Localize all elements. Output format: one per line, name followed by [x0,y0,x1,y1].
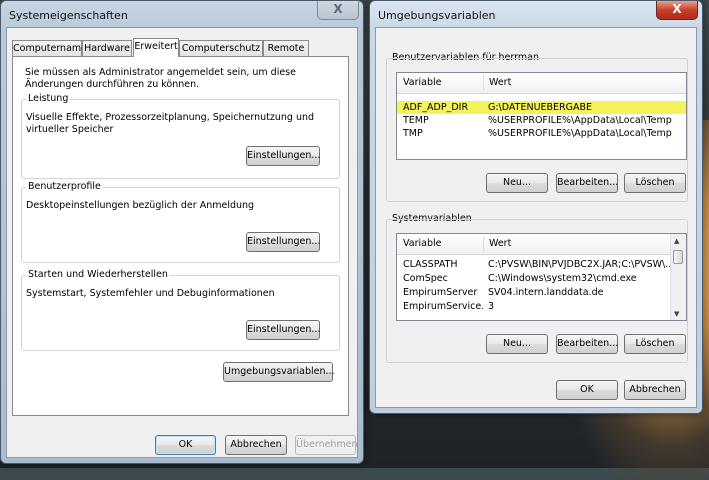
performance-settings-button[interactable]: Einstellungen... [246,146,320,166]
title-bar[interactable]: Umgebungsvariablen X [370,1,702,27]
tab-label: Computerschutz [181,43,261,54]
variable-name: ADF_ADP_DIR [403,102,469,113]
button-label: Einstellungen... [247,324,321,335]
group-label: Benutzerprofile [26,181,103,192]
button-label: OK [178,439,193,450]
window-title: Umgebungsvariablen [378,9,496,22]
button-label: Bearbeiten... [557,338,619,349]
button-label: Übernehmen [296,439,358,450]
button-label: Löschen [635,338,675,349]
variable-value: 3 [488,301,495,312]
system-delete-button[interactable]: Löschen [624,334,686,354]
list-header: Variable Wert [397,234,686,255]
list-item[interactable]: EmpirumServer SV04.intern.landdata.de [397,286,673,299]
variable-value: %USERPROFILE%\AppData\Local\Temp [488,115,672,126]
ok-button[interactable]: OK [556,380,618,400]
window-title: Systemeigenschaften [9,9,128,22]
button-label: Abbrechen [230,439,282,450]
list-item[interactable]: EmpirumService... 3 [397,300,673,313]
variable-value: G:\DATENUEBERGABE [488,102,593,113]
user-edit-button[interactable]: Bearbeiten... [556,173,618,193]
close-icon: X [672,2,682,16]
button-label: Einstellungen... [247,150,321,161]
scroll-thumb[interactable] [673,250,683,264]
button-label: Einstellungen... [247,236,321,247]
group-description: Visuelle Effekte, Prozessorzeitplanung, … [26,112,315,135]
button-label: OK [580,384,594,395]
tab-computername[interactable]: Computername [12,40,87,56]
group-description: Systemstart, Systemfehler und Debuginfor… [26,288,275,299]
variable-name: ComSpec [403,273,448,284]
button-label: Abbrechen [629,384,681,395]
group-leistung: Leistung Visuelle Effekte, Prozessorzeit… [21,93,340,179]
column-variable[interactable]: Variable [397,234,483,254]
dialog-client-area: Benutzervariablen für herrman Variable W… [375,27,697,408]
list-item[interactable]: CLASSPATH C:\PVSW\BIN\PVJDBC2X.JAR;C:\PV… [397,258,673,271]
scroll-down-icon[interactable]: ▼ [674,310,679,318]
user-delete-button[interactable]: Löschen [624,173,686,193]
cancel-button[interactable]: Abbrechen [225,435,287,455]
close-button[interactable]: X [317,1,359,20]
list-item[interactable]: ComSpec C:\Windows\system32\cmd.exe [397,272,673,285]
group-label: Leistung [26,93,71,104]
list-item[interactable]: TEMP %USERPROFILE%\AppData\Local\Temp [397,114,686,127]
tab-computerschutz[interactable]: Computerschutz [179,40,263,56]
user-new-button[interactable]: Neu... [486,173,548,193]
close-button[interactable]: X [656,1,698,20]
system-edit-button[interactable]: Bearbeiten... [556,334,618,354]
vertical-scrollbar[interactable]: ▲ ▼ [670,234,686,320]
apply-button[interactable]: Übernehmen [295,435,358,455]
title-bar[interactable]: Systemeigenschaften X [1,1,363,27]
variable-name: TEMP [403,115,429,126]
dialog-client-area: Computername Hardware Erweitert Computer… [6,27,358,458]
variable-value: %USERPROFILE%\AppData\Local\Temp [488,128,672,139]
system-new-button[interactable]: Neu... [486,334,548,354]
list-header: Variable Wert [397,73,686,94]
tab-label: Remote [267,43,305,54]
system-properties-window: Systemeigenschaften X Computername Hardw… [0,0,364,464]
variable-value: C:\PVSW\BIN\PVJDBC2X.JAR;C:\PVSW\... [488,259,670,270]
variable-value: C:\Windows\system32\cmd.exe [488,273,637,284]
cancel-button[interactable]: Abbrechen [624,380,686,400]
variable-name: TMP [403,128,423,139]
close-icon: X [333,2,343,16]
admin-note: Sie müssen als Administrator angemeldet … [25,67,296,90]
group-description: Desktopeinstellungen bezüglich der Anmel… [26,200,255,211]
user-variables-list[interactable]: Variable Wert ADF_ADP_DIR G:\DATENUEBERG… [396,72,687,160]
variable-name: CLASSPATH [403,259,458,270]
system-variables-list[interactable]: Variable Wert CLASSPATH C:\PVSW\BIN\PVJD… [396,233,687,321]
environment-variables-window: Umgebungsvariablen X Benutzervariablen f… [369,0,703,414]
column-variable[interactable]: Variable [397,73,483,93]
user-profiles-settings-button[interactable]: Einstellungen... [246,232,320,252]
column-value[interactable]: Wert [483,73,686,93]
group-starten-wiederherstellen: Starten und Wiederherstellen Systemstart… [21,269,340,351]
button-label: Löschen [635,177,675,188]
startup-recovery-settings-button[interactable]: Einstellungen... [246,320,320,340]
button-label: Neu... [502,338,532,349]
tab-erweitert[interactable]: Erweitert [133,38,179,57]
button-label: Neu... [502,177,532,188]
list-item[interactable]: TMP %USERPROFILE%\AppData\Local\Temp [397,127,686,140]
button-label: Umgebungsvariablen... [224,366,335,377]
variable-name: EmpirumServer [403,287,478,298]
list-item[interactable]: ADF_ADP_DIR G:\DATENUEBERGABE [397,101,686,114]
column-value[interactable]: Wert [483,234,673,254]
environment-variables-button[interactable]: Umgebungsvariablen... [223,362,335,382]
tab-page-erweitert: Sie müssen als Administrator angemeldet … [12,56,349,416]
scroll-up-icon[interactable]: ▲ [674,237,679,245]
tab-hardware[interactable]: Hardware [82,40,132,56]
ok-button[interactable]: OK [155,435,216,455]
tab-label: Hardware [84,43,130,54]
variable-name: EmpirumService... [403,301,483,312]
tab-remote[interactable]: Remote [263,40,309,56]
button-label: Bearbeiten... [557,177,619,188]
group-label: Starten und Wiederherstellen [26,269,170,280]
variable-value: SV04.intern.landdata.de [488,287,604,298]
tab-label: Computername [13,43,88,54]
group-benutzerprofile: Benutzerprofile Desktopeinstellungen bez… [21,181,340,263]
tab-label: Erweitert [134,41,178,52]
